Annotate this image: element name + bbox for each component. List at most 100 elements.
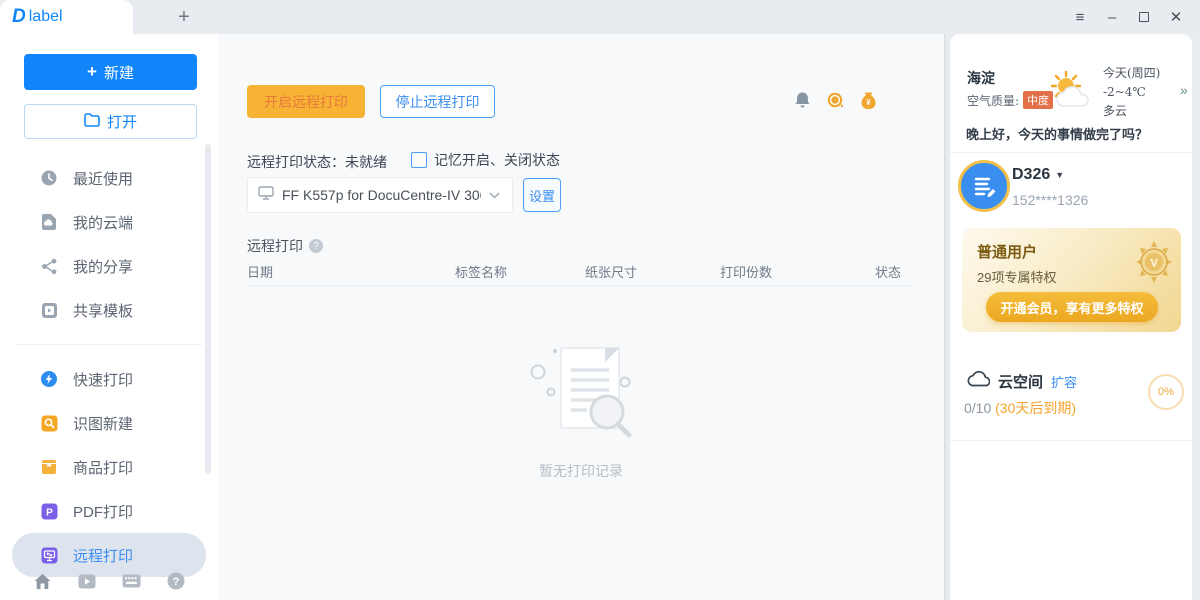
sidebar-item-quick-print[interactable]: 快速打印	[0, 357, 218, 401]
remember-state-option: 记忆开启、关闭状态	[411, 150, 560, 170]
column-header-paper-size: 纸张尺寸	[585, 262, 637, 281]
cloud-icon	[966, 370, 990, 392]
scan-magnifier-icon	[40, 414, 58, 432]
sidebar-scrollbar[interactable]	[205, 144, 211, 474]
weather-widget: 海淀 空气质量: 中度 今天(周四)	[950, 34, 1192, 152]
clock-icon	[40, 169, 58, 187]
user-dropdown-caret-icon: ▼	[1055, 170, 1064, 180]
sidebar-item-goods-print[interactable]: 商品打印	[0, 445, 218, 489]
cloud-usage-percent: 0%	[1158, 386, 1174, 398]
sidebar-item-label: 识图新建	[73, 413, 133, 434]
empty-state: 暂无打印记录	[521, 334, 641, 481]
window-controls: ≡ – ✕	[1064, 0, 1192, 34]
template-icon	[40, 301, 58, 319]
maximize-icon	[1139, 12, 1149, 22]
collapse-panel-icon[interactable]: »	[1180, 82, 1188, 98]
video-icon[interactable]	[77, 571, 97, 591]
sidebar-item-label: PDF打印	[73, 501, 133, 522]
right-panel: 海淀 空气质量: 中度 今天(周四)	[950, 34, 1192, 600]
cloud-space-title: 云空间	[998, 371, 1043, 392]
member-privileges: 29项专属特权	[977, 267, 1056, 286]
weather-city: 海淀	[967, 68, 995, 88]
plus-icon: +	[87, 62, 97, 82]
menu-icon[interactable]: ≡	[1064, 0, 1096, 34]
sidebar-item-my-shares[interactable]: 我的分享	[0, 244, 218, 288]
notification-bell-icon[interactable]	[792, 90, 812, 110]
cloud-doc-icon	[40, 213, 58, 231]
new-document-button[interactable]: + 新建	[24, 54, 197, 90]
member-level: 普通用户	[977, 241, 1037, 262]
weather-date: 今天(周四)	[1103, 64, 1160, 83]
status-value: 未就绪	[345, 152, 387, 172]
app-window: D label + ≡ – ✕ + 新建 打开 最近使用	[0, 0, 1200, 600]
main-top-icons: ¥	[792, 90, 878, 110]
printer-settings-button[interactable]: 设置	[523, 178, 561, 212]
minimize-button[interactable]: –	[1096, 0, 1128, 34]
share-icon	[40, 257, 58, 275]
print-records-table-header: 日期 标签名称 纸张尺寸 打印份数 状态	[247, 262, 915, 286]
membership-card: 普通用户 29项专属特权 V 开通会员，享有更多特权	[962, 228, 1181, 332]
svg-text:?: ?	[173, 576, 180, 588]
stop-remote-print-button[interactable]: 停止远程打印	[380, 85, 495, 118]
username[interactable]: D326 ▼	[1012, 166, 1064, 184]
sidebar-item-pdf-print[interactable]: P PDF打印	[0, 489, 218, 533]
svg-text:P: P	[46, 507, 53, 518]
sidebar-item-label: 共享模板	[73, 300, 133, 321]
remember-state-label: 记忆开启、关闭状态	[434, 150, 560, 170]
divider	[950, 440, 1192, 441]
sidebar-nav: 最近使用 我的云端 我的分享 共享模板	[0, 156, 218, 577]
coin-points-icon[interactable]	[825, 90, 845, 110]
money-bag-icon[interactable]: ¥	[858, 90, 878, 110]
svg-text:¥: ¥	[866, 98, 871, 107]
column-header-copies: 打印份数	[720, 262, 772, 281]
sidebar-item-my-cloud[interactable]: 我的云端	[0, 200, 218, 244]
status-label: 远程打印状态：	[247, 152, 345, 172]
chevron-down-icon	[489, 186, 500, 204]
folder-icon	[84, 113, 100, 131]
monitor-icon	[258, 186, 274, 205]
empty-state-text: 暂无打印记录	[521, 461, 641, 481]
close-button[interactable]: ✕	[1160, 0, 1192, 34]
sidebar-item-recent[interactable]: 最近使用	[0, 156, 218, 200]
column-header-date: 日期	[247, 262, 273, 281]
column-header-status: 状态	[875, 262, 901, 281]
section-help-icon[interactable]: ?	[309, 239, 323, 253]
pdf-icon: P	[40, 502, 58, 520]
open-file-button[interactable]: 打开	[24, 104, 197, 139]
app-tab[interactable]: D label	[0, 0, 133, 34]
user-phone: 152****1326	[1012, 192, 1088, 208]
remote-print-section-title: 远程打印 ?	[247, 236, 323, 256]
start-remote-print-button[interactable]: 开启远程打印	[247, 85, 365, 118]
weather-temp: -2~4℃	[1103, 83, 1160, 102]
sidebar-item-label: 我的分享	[73, 256, 133, 277]
sidebar-divider	[16, 344, 202, 345]
logo-text: label	[29, 8, 63, 26]
cloud-space-section: 云空间 扩容 0/10 (30天后到期) 0%	[950, 346, 1192, 440]
maximize-button[interactable]	[1128, 0, 1160, 34]
svg-text:V: V	[1150, 258, 1158, 270]
sidebar-bottom-bar: ?	[0, 564, 218, 598]
expand-storage-link[interactable]: 扩容	[1051, 372, 1077, 391]
titlebar: D label + ≡ – ✕	[0, 0, 1200, 34]
new-tab-button[interactable]: +	[170, 4, 198, 30]
sidebar-item-shared-templates[interactable]: 共享模板	[0, 288, 218, 332]
sun-cloud-icon	[1046, 70, 1098, 115]
greeting-text: 晚上好，今天的事情做完了吗？	[966, 124, 1148, 143]
home-icon[interactable]	[32, 571, 52, 591]
weather-condition: 多云	[1103, 102, 1160, 121]
empty-document-illustration	[521, 437, 641, 454]
avatar[interactable]	[958, 160, 1010, 212]
keyboard-icon[interactable]	[121, 571, 141, 591]
air-quality: 空气质量: 中度	[967, 91, 1053, 109]
sidebar-item-label: 快速打印	[73, 369, 133, 390]
help-icon[interactable]: ?	[166, 571, 186, 591]
sidebar-item-scan-create[interactable]: 识图新建	[0, 401, 218, 445]
logo-icon: D	[12, 6, 25, 28]
remember-state-checkbox[interactable]	[411, 152, 427, 168]
column-header-label-name: 标签名称	[455, 262, 507, 281]
remote-print-status: 远程打印状态： 未就绪	[247, 152, 387, 172]
upgrade-membership-button[interactable]: 开通会员，享有更多特权	[986, 292, 1158, 322]
printer-select[interactable]: FF K557p for DocuCentre-IV 3065	[247, 177, 513, 213]
remote-print-icon	[40, 546, 58, 564]
panel-divider	[944, 34, 946, 600]
